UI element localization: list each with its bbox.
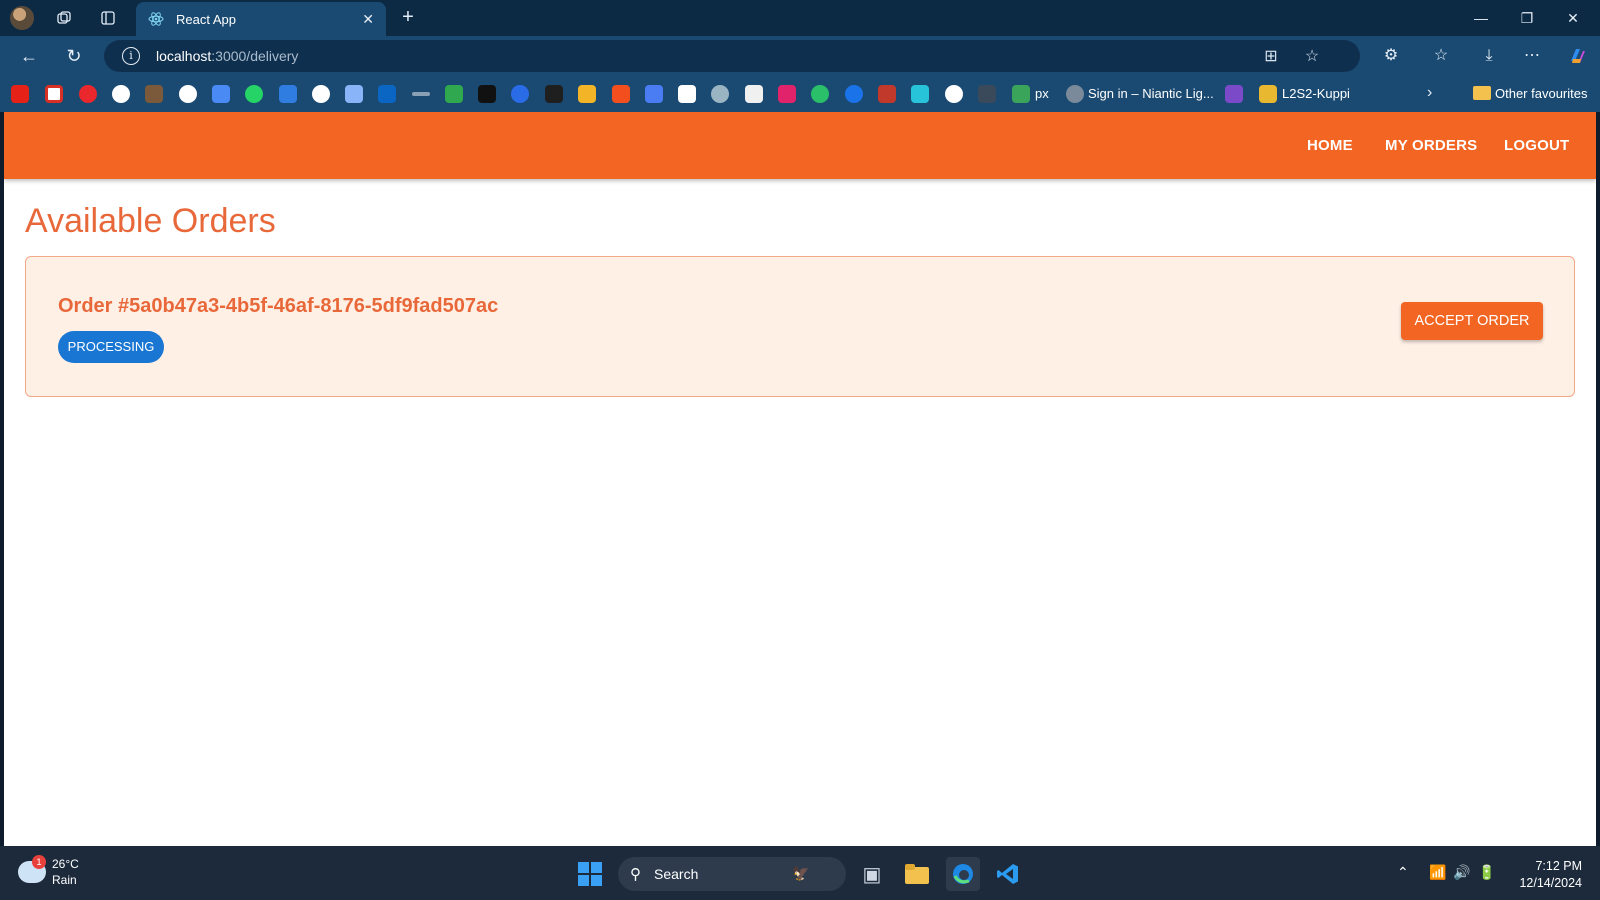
leetcode-bookmark-icon[interactable] (545, 85, 563, 103)
url-text[interactable]: localhost:3000/delivery (156, 48, 298, 64)
taskbar-search[interactable]: ⚲ Search 🦅 (618, 857, 846, 891)
bookmarks-bar: px Sign in – Niantic Lig... L2S2-Kuppi ›… (0, 76, 1600, 112)
taskbar: 1 26°C Rain ⚲ Search 🦅 ▣ ⌃ 📶 🔊 🔋 7:12 PM… (0, 846, 1600, 900)
clock-date: 12/14/2024 (1519, 876, 1582, 890)
bookmark-icon[interactable] (845, 85, 863, 103)
volume-icon[interactable]: 🔊 (1453, 864, 1470, 881)
more-menu-icon[interactable]: ⋯ (1522, 46, 1542, 66)
medium-bookmark-icon[interactable] (678, 85, 696, 103)
weather-temp: 26°C (52, 857, 79, 871)
downloads-icon[interactable]: ⤓ (1479, 46, 1499, 66)
file-explorer-icon[interactable] (900, 857, 934, 891)
minimize-icon[interactable]: — (1458, 0, 1504, 36)
weather-badge: 1 (32, 855, 46, 869)
youtube-music-bookmark-icon[interactable] (79, 85, 97, 103)
google-bookmark-icon[interactable] (112, 85, 130, 103)
profile-avatar[interactable] (10, 6, 34, 30)
nav-home-link[interactable]: HOME (1307, 137, 1353, 154)
clock-time: 7:12 PM (1535, 859, 1582, 873)
weather-desc: Rain (52, 873, 77, 887)
calendar-bookmark-icon[interactable] (645, 85, 663, 103)
github-bookmark-icon[interactable] (179, 85, 197, 103)
close-tab-icon[interactable]: ✕ (362, 11, 374, 28)
bookmark-icon[interactable] (945, 85, 963, 103)
workspaces-icon[interactable] (48, 2, 80, 34)
bookmark-icon[interactable] (778, 85, 796, 103)
weather-widget[interactable]: 1 26°C Rain (18, 855, 79, 888)
close-window-icon[interactable]: ✕ (1550, 0, 1596, 36)
folder-icon (1473, 86, 1491, 100)
niantic-bookmark-icon[interactable] (1066, 85, 1084, 103)
address-bar[interactable]: i localhost:3000/delivery ⊞ ☆ (104, 40, 1360, 72)
wifi-icon[interactable]: 📶 (1429, 864, 1446, 881)
bookmark-icon[interactable] (878, 85, 896, 103)
restore-icon[interactable]: ❐ (1504, 0, 1550, 36)
page-title: Available Orders (25, 202, 276, 240)
windows-start-icon[interactable] (578, 862, 602, 886)
gemini-bookmark-icon[interactable] (345, 85, 363, 103)
bookmark-icon[interactable] (811, 85, 829, 103)
px-bookmark-icon[interactable] (1012, 85, 1030, 103)
react-icon (148, 12, 164, 26)
site-info-icon[interactable]: i (122, 47, 140, 65)
vertical-tabs-icon[interactable] (92, 2, 124, 34)
px-bookmark-label[interactable]: px (1035, 86, 1049, 101)
niantic-bookmark-label[interactable]: Sign in – Niantic Lig... (1088, 86, 1214, 101)
search-highlight-icon: 🦅 (792, 865, 810, 881)
chatgpt-bookmark-icon[interactable] (312, 85, 330, 103)
bing-bookmark-icon[interactable] (279, 85, 297, 103)
favorite-star-icon[interactable]: ☆ (1303, 48, 1321, 66)
copilot-icon[interactable] (1567, 46, 1587, 66)
favorites-icon[interactable]: ☆ (1431, 46, 1451, 66)
nav-my-orders-link[interactable]: MY ORDERS (1385, 137, 1477, 154)
l2s2-bookmark-icon[interactable] (1259, 85, 1277, 103)
rain-cloud-icon: 1 (18, 855, 46, 883)
new-tab-icon[interactable]: + (396, 6, 420, 30)
apps-bookmark-icon[interactable] (578, 85, 596, 103)
bookmark-divider-icon[interactable] (412, 92, 430, 96)
youtube-bookmark-icon[interactable] (11, 85, 29, 103)
edge-browser-icon[interactable] (946, 857, 980, 891)
openai-bookmark-icon[interactable] (711, 85, 729, 103)
bookmark-icon[interactable] (911, 85, 929, 103)
order-card: Order #5a0b47a3-4b5f-46af-8176-5df9fad50… (25, 256, 1575, 397)
browser-title-bar: React App ✕ + — ❐ ✕ (0, 0, 1600, 36)
browser-toolbar: ← ↻ i localhost:3000/delivery ⊞ ☆ ⚙ ☆ ⤓ … (0, 36, 1600, 76)
back-icon[interactable]: ← (13, 40, 45, 72)
app-navbar: HOME MY ORDERS LOGOUT (4, 112, 1596, 179)
whatsapp-bookmark-icon[interactable] (245, 85, 263, 103)
battery-icon[interactable]: 🔋 (1478, 864, 1495, 881)
translate-bookmark-icon[interactable] (212, 85, 230, 103)
refresh-icon[interactable]: ↻ (58, 40, 90, 72)
chevron-right-icon[interactable]: › (1427, 84, 1432, 102)
vscode-icon[interactable] (991, 857, 1025, 891)
figma-bookmark-icon[interactable] (612, 85, 630, 103)
bookmark-icon[interactable] (1225, 85, 1243, 103)
sheets-bookmark-icon[interactable] (445, 85, 463, 103)
linkedin-bookmark-icon[interactable] (378, 85, 396, 103)
bookmark-icon[interactable] (745, 85, 763, 103)
bookmark-icon[interactable] (511, 85, 529, 103)
task-view-icon[interactable]: ▣ (855, 857, 889, 891)
order-title: Order #5a0b47a3-4b5f-46af-8176-5df9fad50… (58, 295, 499, 317)
search-label: Search (654, 866, 699, 882)
bookmark-icon[interactable] (145, 85, 163, 103)
show-hidden-icons[interactable]: ⌃ (1397, 864, 1409, 881)
tab-title: React App (176, 11, 236, 27)
accept-order-button[interactable]: ACCEPT ORDER (1401, 302, 1543, 340)
bookmark-icon[interactable] (978, 85, 996, 103)
extensions-icon[interactable]: ⚙ (1381, 46, 1401, 66)
app-available-icon[interactable]: ⊞ (1262, 48, 1280, 66)
nav-logout-link[interactable]: LOGOUT (1504, 137, 1569, 154)
page-viewport: HOME MY ORDERS LOGOUT Available Orders O… (4, 112, 1596, 846)
search-icon: ⚲ (630, 866, 641, 883)
hackerrank-bookmark-icon[interactable] (478, 85, 496, 103)
other-favourites-label[interactable]: Other favourites (1495, 86, 1588, 101)
clock[interactable]: 7:12 PM 12/14/2024 (1506, 858, 1582, 892)
status-badge: PROCESSING (58, 331, 164, 363)
l2s2-bookmark-label[interactable]: L2S2-Kuppi (1282, 86, 1350, 101)
gmail-bookmark-icon[interactable] (45, 85, 63, 103)
tab-react-app[interactable]: React App ✕ (136, 2, 386, 36)
